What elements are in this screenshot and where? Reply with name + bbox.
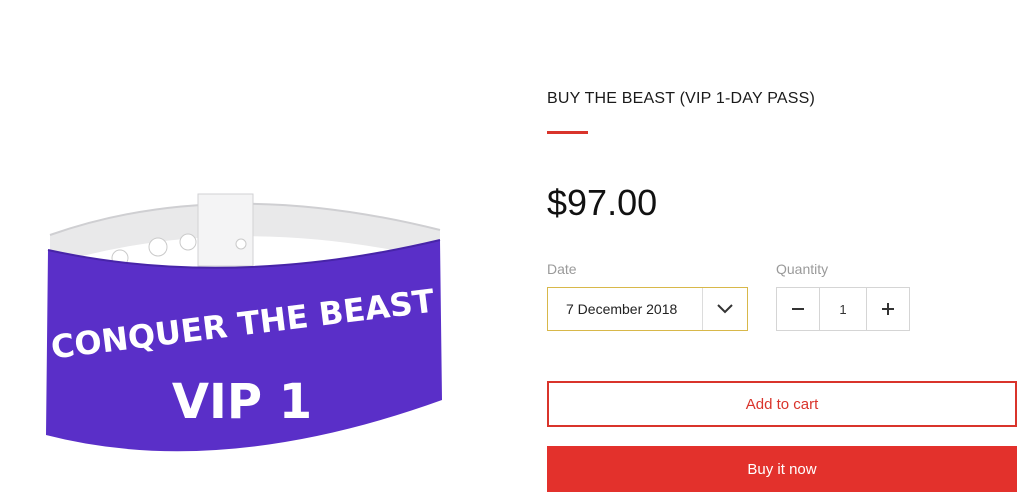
add-to-cart-button[interactable]: Add to cart [547, 381, 1017, 427]
plus-icon [882, 303, 894, 315]
band-text-line2: VIP 1 [172, 374, 312, 430]
product-title: BUY THE BEAST (VIP 1-DAY PASS) [547, 90, 816, 107]
increase-quantity-button[interactable] [867, 288, 909, 330]
product-info: BUY THE BEAST (VIP 1-DAY PASS) $97.00 Da… [547, 0, 1017, 502]
quantity-label: Quantity [776, 261, 829, 277]
decrease-quantity-button[interactable] [777, 288, 819, 330]
quantity-stepper: 1 [776, 287, 910, 331]
quantity-input[interactable]: 1 [819, 288, 867, 330]
date-label: Date [547, 261, 577, 277]
chevron-down-icon[interactable] [702, 288, 747, 330]
minus-icon [792, 308, 804, 310]
buy-now-button[interactable]: Buy it now [547, 446, 1017, 492]
title-underline [547, 131, 588, 134]
product-price: $97.00 [547, 182, 658, 223]
product-image: CONQUER THE BEAST VIP 1 [20, 150, 500, 480]
date-select[interactable]: 7 December 2018 [547, 287, 748, 331]
date-selected-value: 7 December 2018 [566, 301, 678, 317]
